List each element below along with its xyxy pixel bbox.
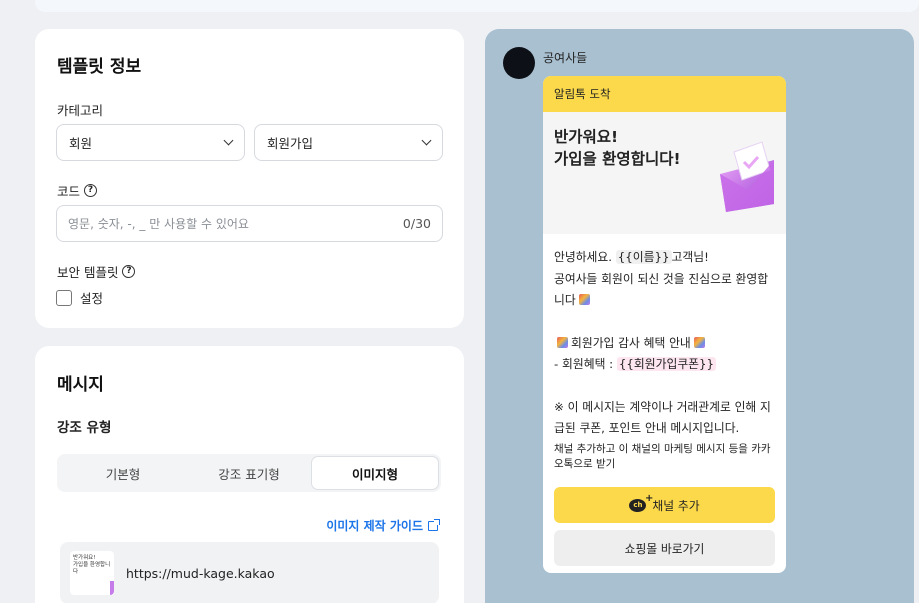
avatar: [503, 47, 535, 79]
category-sub-value: 회원가입: [267, 136, 314, 151]
help-icon[interactable]: ?: [84, 184, 98, 197]
greeting-line: 안녕하세요. {{이름}} 고객님!: [554, 247, 775, 269]
greeting-text: 안녕하세요.: [554, 250, 616, 264]
tab-basic[interactable]: 기본형: [60, 457, 186, 489]
category-label: 카테고리: [57, 103, 104, 118]
code-field[interactable]: 0/30: [56, 205, 443, 242]
external-link-icon: [428, 518, 440, 531]
image-thumbnail: 반가워요! 가입을 환영합니다: [70, 551, 114, 595]
add-channel-label: 채널 추가: [652, 498, 700, 513]
shop-link-label: 쇼핑몰 바로가기: [624, 541, 705, 556]
category-sub-select[interactable]: 회원가입: [254, 124, 443, 161]
template-info-title: 템플릿 정보: [57, 57, 142, 77]
image-guide-label: 이미지 제작 가이드: [326, 519, 423, 533]
help-icon[interactable]: ?: [122, 265, 136, 278]
bubble-image-title: 반가워요! 가입을 환영합니다!: [554, 126, 681, 171]
template-info-card: 템플릿 정보 카테고리 회원 회원가입 코드 ? 0/30 보안 템플릿 ? 설…: [35, 29, 464, 328]
coupon-variable: {{회원가입쿠폰}}: [616, 357, 717, 371]
message-title: 메시지: [57, 375, 104, 395]
notice-text: ※ 이 메시지는 계약이나 거래관계로 인해 지급된 쿠폰, 포인트 안내 메시…: [554, 399, 771, 436]
tab-image[interactable]: 이미지형: [312, 457, 438, 489]
code-input[interactable]: [68, 216, 368, 231]
emphasis-label: 강조 유형: [57, 420, 112, 436]
add-channel-button[interactable]: ch 채널 추가: [554, 487, 775, 523]
benefit-prefix: - 회원혜택 :: [554, 357, 617, 371]
code-counter: 0/30: [402, 216, 431, 231]
secure-label-row: 보안 템플릿 ?: [57, 262, 136, 281]
emphasis-type-tabs: 기본형 강조 표기형 이미지형: [57, 454, 441, 492]
bubble-header: 알림톡 도착: [543, 76, 786, 112]
secure-checkbox-label: 설정: [80, 291, 104, 306]
bubble-body: 안녕하세요. {{이름}} 고객님! 공여사들 회원이 되신 것을 진심으로 환영…: [543, 234, 786, 472]
marketing-text: 채널 추가하고 이 채널의 마케팅 메시지 등을 카카오톡으로 받기: [554, 442, 771, 470]
shop-link-button[interactable]: 쇼핑몰 바로가기: [554, 530, 775, 566]
benefit-title: 회원가입 감사 혜택 안내: [571, 335, 691, 350]
greeting-suffix: 고객님!: [671, 250, 709, 264]
thumbnail-text-2: 가입을 환영합니다: [73, 562, 111, 576]
message-bubble: 알림톡 도착 반가워요! 가입을 환영합니다! 안녕하세요. {{이름}} 고객…: [543, 76, 786, 573]
sender-name: 공여사들: [543, 51, 588, 65]
code-label: 코드: [57, 184, 81, 199]
chevron-down-icon: [223, 135, 234, 146]
secure-checkbox[interactable]: [56, 289, 72, 306]
message-preview-panel: 공여사들 알림톡 도착 반가워요! 가입을 환영합니다! 안녕하세요. {{이름…: [485, 29, 914, 603]
image-url: https://mud-kage.kakao: [126, 565, 275, 581]
benefit-title-line: 회원가입 감사 혜택 안내: [554, 333, 775, 355]
tab-emphasis[interactable]: 강조 표기형: [186, 457, 312, 489]
category-main-select[interactable]: 회원: [56, 124, 245, 161]
secure-label: 보안 템플릿: [57, 265, 119, 280]
channel-add-icon: ch: [629, 493, 653, 512]
welcome-line: 공여사들 회원이 되신 것을 진심으로 환영합니다: [554, 269, 775, 312]
image-guide-link[interactable]: 이미지 제작 가이드: [326, 517, 440, 534]
party-emoji-icon: [557, 336, 568, 348]
name-variable: {{이름}}: [615, 250, 672, 264]
category-main-value: 회원: [69, 136, 93, 151]
benefit-line: - 회원혜택 : {{회원가입쿠폰}}: [554, 354, 775, 376]
bubble-image: 반가워요! 가입을 환영합니다!: [543, 112, 786, 234]
image-title-line-1: 반가워요!: [554, 128, 619, 146]
party-emoji-icon: [578, 294, 590, 305]
image-title-line-2: 가입을 환영합니다!: [554, 150, 681, 169]
top-panel: [35, 0, 919, 12]
image-url-box[interactable]: 반가워요! 가입을 환영합니다 https://mud-kage.kakao: [60, 542, 439, 603]
party-emoji-icon: [693, 336, 705, 348]
code-label-row: 코드 ?: [57, 181, 98, 200]
secure-checkbox-row[interactable]: 설정: [56, 288, 103, 307]
chevron-down-icon: [421, 135, 432, 146]
message-card: 메시지 강조 유형 기본형 강조 표기형 이미지형 이미지 제작 가이드 반가워…: [35, 346, 464, 603]
envelope-icon: [720, 141, 774, 212]
